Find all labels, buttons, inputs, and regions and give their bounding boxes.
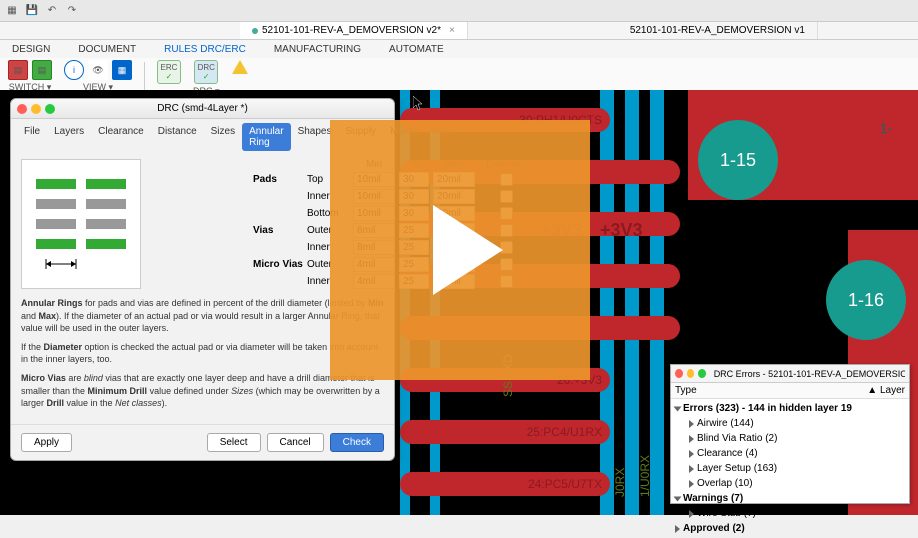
tab-distance[interactable]: Distance [151, 123, 204, 151]
menu-rules[interactable]: RULES DRC/ERC [160, 42, 250, 57]
pad-1-16: 1-16 [826, 260, 906, 340]
erc-icon[interactable]: ERC✓ [157, 60, 181, 84]
via-column [600, 90, 614, 515]
cancel-button[interactable]: Cancel [267, 433, 324, 452]
via-column [625, 90, 639, 515]
switch-icon-1[interactable]: ▤ [8, 60, 28, 80]
warning-icon[interactable] [232, 60, 248, 74]
save-icon[interactable]: 💾 [24, 3, 40, 19]
play-icon [433, 205, 503, 295]
select-button[interactable]: Select [207, 433, 261, 452]
zoom-window-icon[interactable] [698, 369, 706, 378]
errors-tree: Errors (323) - 144 in hidden layer 19 Ai… [671, 399, 909, 538]
chevron-right-icon[interactable] [689, 420, 694, 428]
file-tab-2[interactable]: 52101-101-REV-A_DEMOVERSION v1 [618, 22, 818, 39]
menu-automate[interactable]: AUTOMATE [385, 42, 448, 57]
chevron-right-icon[interactable] [689, 480, 694, 488]
tree-approved[interactable]: Approved (2) [675, 521, 905, 536]
pad-1-15: 1-15 [698, 120, 778, 200]
tree-blind[interactable]: Blind Via Ratio (2) [675, 431, 905, 446]
chevron-right-icon[interactable] [675, 525, 680, 533]
redo-icon[interactable]: ↷ [64, 3, 80, 19]
menu-bar: DESIGN DOCUMENT RULES DRC/ERC MANUFACTUR… [0, 40, 918, 58]
tab-file[interactable]: File [17, 123, 47, 151]
chevron-right-icon[interactable] [689, 465, 694, 473]
file-tab-2-label: 52101-101-REV-A_DEMOVERSION v1 [630, 25, 805, 36]
tree-wirestub[interactable]: Wire Stub (7) [675, 506, 905, 521]
pad-1: 1- [866, 108, 906, 148]
file-tab-bar: 52101-101-REV-A_DEMOVERSION v2* × 52101-… [0, 22, 918, 40]
trace-25: 25:PC4/U1RX [400, 420, 610, 444]
vert-label: 1/U0RX [638, 455, 652, 497]
errors-titlebar[interactable]: DRC Errors - 52101-101-REV-A_DEMOVERSION… [671, 365, 909, 383]
chevron-down-icon[interactable] [674, 496, 682, 501]
tree-errors[interactable]: Errors (323) - 144 in hidden layer 19 [675, 401, 905, 416]
chevron-right-icon[interactable] [689, 510, 694, 518]
tree-layersetup[interactable]: Layer Setup (163) [675, 461, 905, 476]
menu-document[interactable]: DOCUMENT [74, 42, 140, 57]
tree-airwire[interactable]: Airwire (144) [675, 416, 905, 431]
menu-manufacturing[interactable]: MANUFACTURING [270, 42, 365, 57]
drc-title: DRC (smd-4Layer *) [11, 103, 394, 114]
col-layer[interactable]: ▲ Layer [855, 385, 905, 396]
annular-ring-diagram [21, 159, 141, 289]
info-icon[interactable]: i [64, 60, 84, 80]
close-icon[interactable]: × [449, 25, 455, 36]
via-column [650, 90, 664, 515]
apply-button[interactable]: Apply [21, 433, 72, 452]
chevron-right-icon[interactable] [689, 450, 694, 458]
file-tab-1-label: 52101-101-REV-A_DEMOVERSION v2* [262, 25, 441, 36]
chevron-right-icon[interactable] [689, 435, 694, 443]
errors-title-text: DRC Errors - 52101-101-REV-A_DEMOVERSION… [714, 369, 905, 379]
drc-errors-panel: DRC Errors - 52101-101-REV-A_DEMOVERSION… [670, 364, 910, 504]
tab-annular[interactable]: Annular Ring [242, 123, 290, 151]
col-type[interactable]: Type [675, 385, 855, 396]
drc-icon[interactable]: DRC✓ [194, 60, 218, 84]
chevron-down-icon[interactable] [674, 406, 682, 411]
menu-design[interactable]: DESIGN [8, 42, 54, 57]
pcb-icon [252, 28, 258, 34]
close-window-icon[interactable] [675, 369, 683, 378]
tab-sizes[interactable]: Sizes [204, 123, 242, 151]
video-play-overlay[interactable] [330, 120, 590, 380]
grid-toggle-icon[interactable]: ▦ [112, 60, 132, 80]
trace-24: 24:PC5/U7TX [400, 472, 610, 496]
file-tab-1[interactable]: 52101-101-REV-A_DEMOVERSION v2* × [240, 22, 468, 39]
tree-overlap[interactable]: Overlap (10) [675, 476, 905, 491]
tab-layers[interactable]: Layers [47, 123, 91, 151]
switch-icon-2[interactable]: ▤ [32, 60, 52, 80]
tree-clearance[interactable]: Clearance (4) [675, 446, 905, 461]
grid-icon[interactable]: ▦ [4, 3, 20, 19]
minimize-window-icon[interactable] [687, 369, 695, 378]
top-icon-bar: ▦ 💾 ↶ ↷ [0, 0, 918, 22]
undo-icon[interactable]: ↶ [44, 3, 60, 19]
vert-label: J0RX [613, 468, 627, 497]
drc-button-row: Apply Select Cancel Check [11, 424, 394, 460]
errors-columns: Type ▲ Layer [671, 383, 909, 399]
net-label-3v3: +3V3 [600, 220, 643, 241]
check-button[interactable]: Check [330, 433, 384, 452]
eye-icon[interactable]: 👁 [88, 60, 108, 80]
tab-clearance[interactable]: Clearance [91, 123, 151, 151]
drc-titlebar[interactable]: DRC (smd-4Layer *) [11, 99, 394, 119]
tree-warnings[interactable]: Warnings (7) [675, 491, 905, 506]
